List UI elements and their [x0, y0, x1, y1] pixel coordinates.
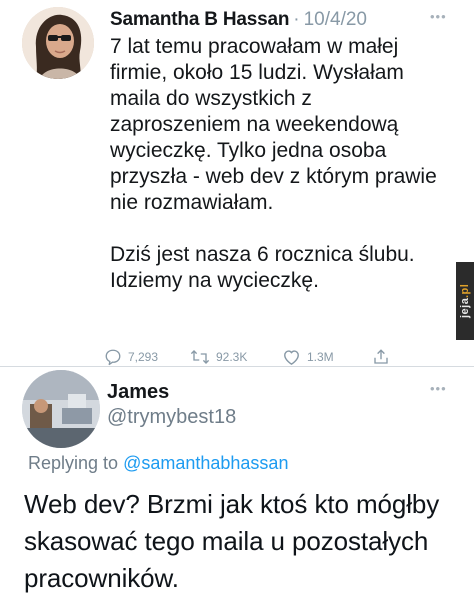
watermark-text: jeja — [459, 298, 471, 319]
reply-author-name[interactable]: James — [107, 381, 169, 404]
replying-to-handle[interactable]: @samanthabhassan — [123, 453, 288, 473]
avatar-photo — [22, 7, 94, 79]
retweet-count: 92.3K — [216, 350, 248, 364]
reply-avatar[interactable] — [22, 370, 100, 448]
tweet-date[interactable]: 10/4/20 — [304, 9, 367, 31]
retweet-icon — [190, 348, 210, 366]
share-icon — [372, 348, 390, 366]
reply-text: Web dev? Brzmi jak ktoś kto mógłby skaso… — [24, 489, 440, 593]
original-tweet: Samantha B Hassan · 10/4/20 ••• 7 lat te… — [0, 0, 474, 366]
more-dots-icon[interactable]: ••• — [430, 10, 447, 23]
reply-author-handle[interactable]: @trymybest18 — [107, 406, 236, 429]
tweet-header: Samantha B Hassan · 10/4/20 — [110, 8, 367, 32]
tweet-text: 7 lat temu pracowałam w małej firmie, ok… — [110, 34, 440, 294]
share-button[interactable] — [372, 348, 390, 366]
header-separator: · — [293, 9, 300, 30]
author-name[interactable]: Samantha B Hassan — [110, 9, 289, 31]
reply-button[interactable]: 7,293 — [104, 348, 158, 366]
heart-icon — [282, 348, 301, 366]
reply-icon — [104, 348, 122, 366]
tweet-paragraph: Dziś jest nasza 6 rocznica ślubu. Idziem… — [110, 243, 415, 292]
like-button[interactable]: 1.3M — [282, 348, 334, 366]
avatar[interactable] — [22, 7, 94, 79]
tweet-actions: 7,293 92.3K 1.3M — [104, 346, 404, 368]
watermark-suffix: .pl — [459, 283, 471, 298]
reply-count: 7,293 — [128, 350, 159, 364]
more-dots-icon[interactable]: ••• — [430, 382, 447, 395]
reply-avatar-photo — [22, 370, 100, 448]
replying-to: Replying to @samanthabhassan — [28, 453, 288, 474]
site-watermark: jeja .pl — [456, 262, 474, 340]
like-count: 1.3M — [307, 350, 334, 364]
divider — [0, 366, 474, 367]
page: Samantha B Hassan · 10/4/20 ••• 7 lat te… — [0, 0, 474, 606]
replying-to-label: Replying to — [28, 453, 119, 473]
tweet-paragraph: 7 lat temu pracowałam w małej firmie, ok… — [110, 35, 437, 214]
retweet-button[interactable]: 92.3K — [190, 348, 247, 366]
